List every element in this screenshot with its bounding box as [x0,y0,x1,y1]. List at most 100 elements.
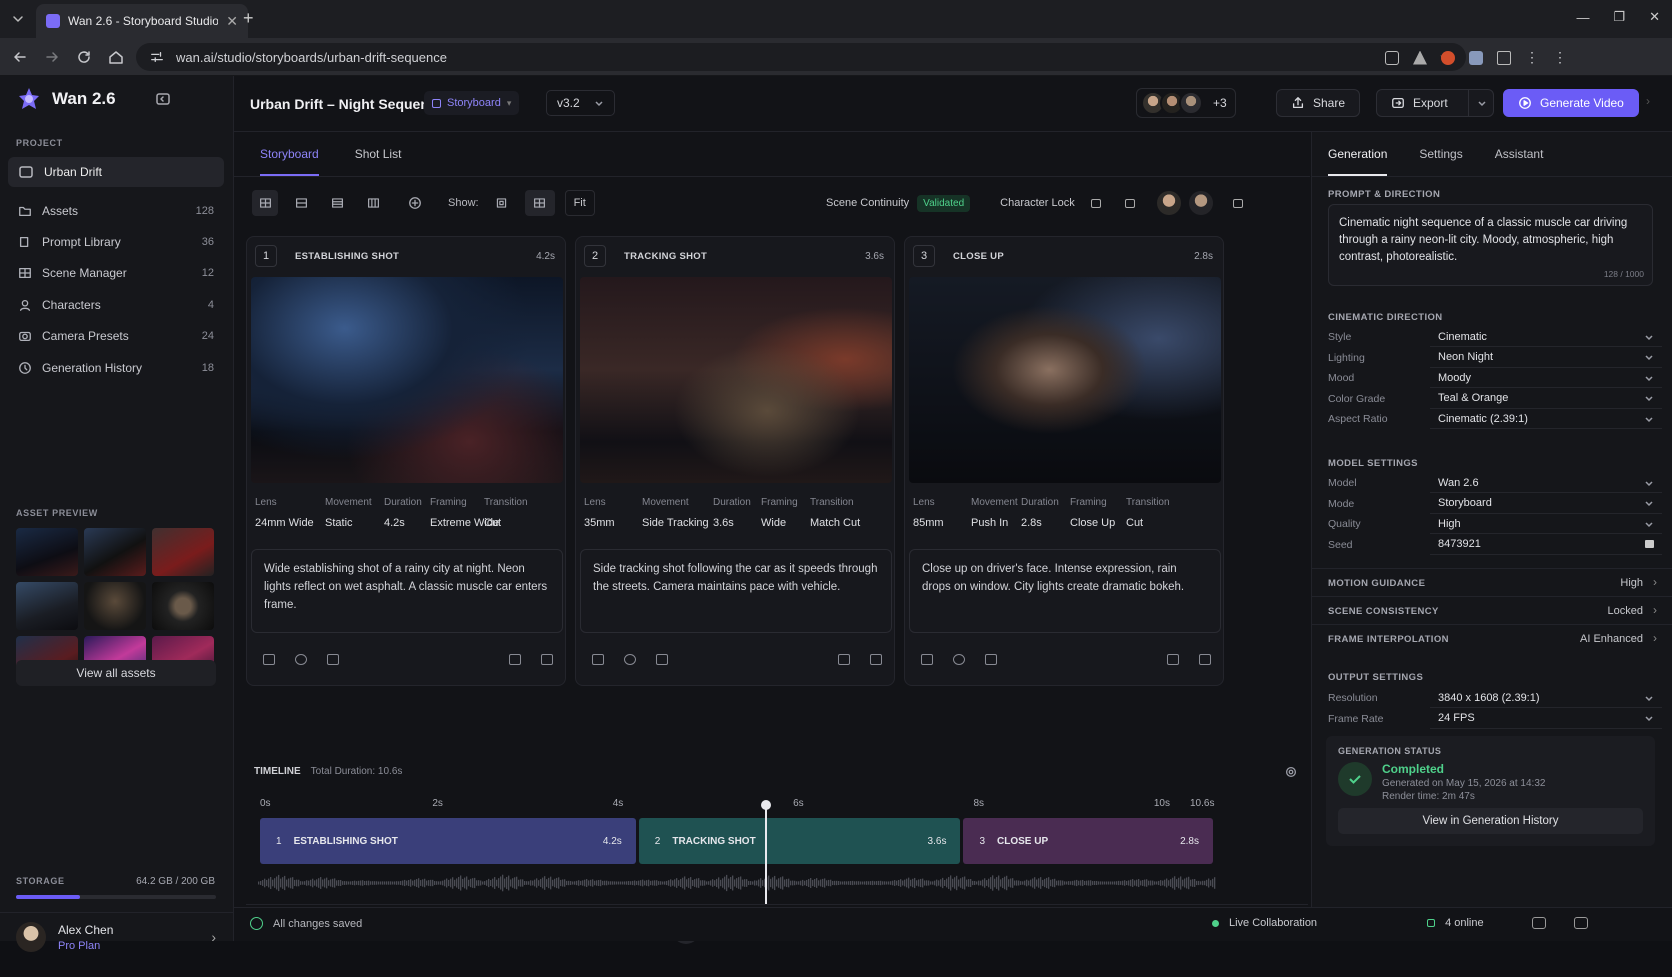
shot-card[interactable]: 2 TRACKING SHOT 3.6s Lens 35mm Movement Side T… [575,236,895,686]
collapsible-section[interactable]: SCENE CONSISTENCY Locked › [1312,596,1672,624]
close-tab-icon[interactable]: ✕ [226,13,238,30]
meta-movement-value[interactable]: Side Tracking [642,517,709,529]
collaborators-group[interactable]: +3 [1136,88,1236,118]
back-icon[interactable] [12,49,28,65]
meta-movement-value[interactable]: Static [325,517,353,529]
url-field[interactable]: wan.ai/studio/storyboards/urban-drift-se… [136,43,1466,71]
meta-duration-value[interactable]: 4.2s [384,517,405,529]
magic-icon[interactable] [953,654,965,665]
export-options-chevron[interactable] [1467,90,1487,116]
timeline-clip[interactable]: 3 CLOSE UP 2.8s [963,818,1213,864]
tab-list-icon[interactable] [8,9,28,29]
character-avatar[interactable] [1156,191,1181,215]
project-item[interactable]: Urban Drift [8,157,224,187]
meta-movement-value[interactable]: Push In [971,517,1008,529]
shot-card[interactable]: 3 CLOSE UP 2.8s Lens 85mm Movement Push In Dura… [904,236,1224,686]
meta-lens-value[interactable]: 85mm [913,517,944,529]
lock-icon[interactable] [1124,198,1135,208]
swap-icon[interactable] [870,654,882,665]
setting-dropdown[interactable]: Wan 2.6 [1430,473,1662,493]
timeline-clip[interactable]: 2 TRACKING SHOT 3.6s [638,818,961,864]
view-all-assets-button[interactable]: View all assets [16,660,216,686]
extension-icon[interactable] [1469,50,1483,65]
audio-icon[interactable] [1167,654,1179,665]
collapsible-section[interactable]: FRAME INTERPOLATION AI Enhanced › [1312,624,1672,652]
swap-icon[interactable] [541,654,553,665]
setting-dropdown[interactable]: Cinematic [1430,327,1662,347]
asset-thumbnail[interactable] [152,528,214,576]
sidebar-item-generation-history[interactable]: Generation History 18 [8,351,224,384]
shot-preview-image[interactable] [580,277,892,483]
shot-description[interactable]: Side tracking shot following the car as … [580,549,892,633]
meta-framing-value[interactable]: Wide [761,517,786,529]
collapse-sidebar-icon[interactable] [155,91,171,107]
close-window-icon[interactable]: ✕ [1649,9,1660,25]
meta-transition-value[interactable]: Cut [1126,517,1143,529]
restore-icon[interactable]: ❐ [1613,9,1625,25]
image-icon[interactable] [921,654,933,665]
grid-view-icon[interactable] [252,190,278,216]
meta-lens-value[interactable]: 35mm [584,517,615,529]
setting-dropdown[interactable]: 24 FPS [1430,709,1662,729]
audio-icon[interactable] [838,654,850,665]
extension-icon[interactable] [1441,50,1455,65]
add-shot-icon[interactable] [402,190,428,216]
profile-icon[interactable]: ⋮ [1553,49,1567,66]
menu-kebab-icon[interactable]: ⋮ [1525,49,1539,66]
magic-icon[interactable] [295,654,307,665]
sidebar-item-camera-presets[interactable]: Camera Presets 24 [8,320,224,353]
show-split-icon[interactable] [524,190,555,216]
view-history-button[interactable]: View in Generation History [1338,808,1643,834]
tab-generation[interactable]: Generation [1328,132,1388,176]
tab-shot-list[interactable]: Shot List [355,147,402,161]
timeline-clip[interactable]: 1 ESTABLISHING SHOT 4.2s [260,818,636,864]
magic-icon[interactable] [624,654,636,665]
mode-dropdown[interactable]: Storyboard ▾ [424,91,520,115]
setting-dropdown[interactable]: 3840 x 1608 (2.39:1) [1430,688,1662,708]
sidebar-item-prompt-library[interactable]: Prompt Library 36 [8,225,224,258]
version-dropdown[interactable]: v3.2 [546,90,615,116]
meta-transition-value[interactable]: Match Cut [810,517,860,529]
lock-icon[interactable] [1232,198,1243,208]
lock-icon[interactable] [656,654,668,665]
meta-duration-value[interactable]: 2.8s [1021,517,1042,529]
sidebar-item-assets[interactable]: Assets 128 [8,194,224,227]
prompt-textarea[interactable]: Cinematic night sequence of a classic mu… [1328,204,1653,286]
home-icon[interactable] [108,49,124,65]
meta-framing-value[interactable]: Close Up [1070,517,1115,529]
shot-description[interactable]: Wide establishing shot of a rainy city a… [251,549,563,633]
table-view-icon[interactable] [360,190,386,216]
extension-icon[interactable] [1385,50,1399,65]
generate-video-button[interactable]: Generate Video [1503,89,1639,117]
lock-icon[interactable] [985,654,997,665]
setting-dropdown[interactable]: Storyboard [1430,494,1662,514]
character-avatar[interactable] [1188,191,1213,215]
sidebar-item-characters[interactable]: Characters 4 [8,288,224,321]
export-button[interactable]: Export [1376,89,1494,117]
shot-preview-image[interactable] [251,277,563,483]
extension-icon[interactable] [1413,50,1427,65]
setting-dropdown[interactable]: 8473921 [1430,535,1662,555]
setting-dropdown[interactable]: Neon Night [1430,348,1662,368]
shot-card[interactable]: 1 ESTABLISHING SHOT 4.2s Lens 24mm Wide Movem… [246,236,566,686]
forward-icon[interactable] [44,49,60,65]
browser-tab[interactable]: Wan 2.6 - Storyboard Studio ✕ [36,4,248,38]
live-collaboration-label[interactable]: Live Collaboration [1229,917,1317,929]
meta-duration-value[interactable]: 3.6s [713,517,734,529]
meta-lens-value[interactable]: 24mm Wide [255,517,314,529]
playhead[interactable] [761,800,772,904]
list-view-icon[interactable] [324,190,350,216]
asset-thumbnail[interactable] [84,528,146,576]
lock-icon[interactable] [327,654,339,665]
setting-dropdown[interactable]: High [1430,514,1662,534]
lock-icon[interactable] [1090,198,1101,208]
show-frames-icon[interactable] [489,190,515,216]
shot-preview-image[interactable] [909,277,1221,483]
shot-description[interactable]: Close up on driver's face. Intense expre… [909,549,1221,633]
minimize-icon[interactable]: — [1576,10,1589,25]
setting-dropdown[interactable]: Moody [1430,368,1662,388]
sidepanel-icon[interactable] [1497,50,1511,65]
image-icon[interactable] [592,654,604,665]
audio-icon[interactable] [509,654,521,665]
timeline-settings-icon[interactable] [1284,764,1298,780]
